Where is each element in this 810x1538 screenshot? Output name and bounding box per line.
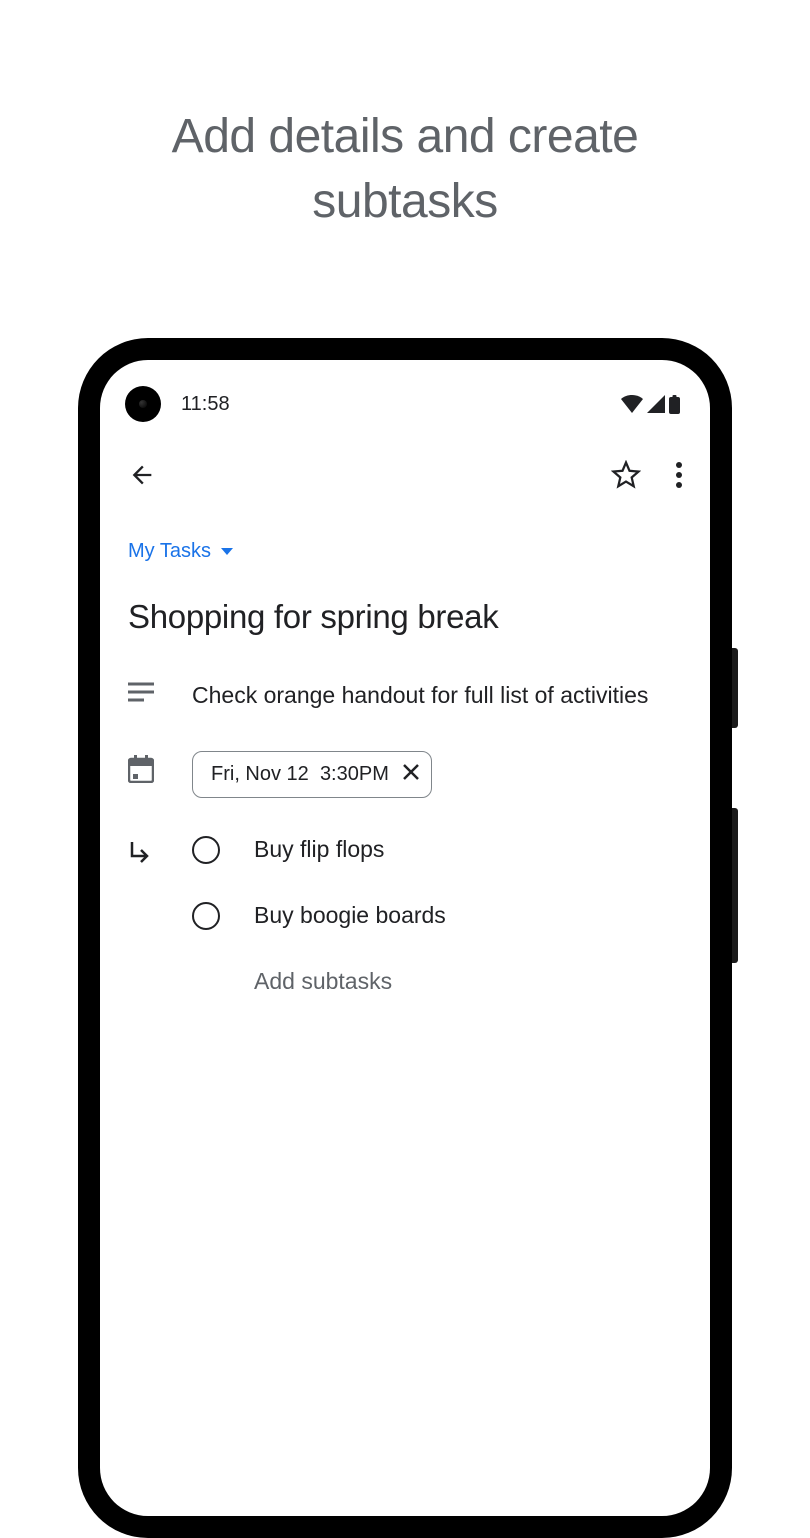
status-bar: 11:58 — [100, 360, 710, 430]
task-title[interactable]: Shopping for spring break — [128, 598, 682, 636]
app-header — [100, 430, 710, 500]
subtask-section: Buy flip flops Buy boogie boards Add sub… — [128, 836, 682, 995]
subtask-text: Buy boogie boards — [254, 902, 446, 929]
status-bar-right — [621, 395, 680, 414]
arrow-left-icon — [128, 461, 156, 489]
subtask-checkbox[interactable] — [192, 836, 220, 864]
calendar-icon — [128, 751, 154, 783]
back-button[interactable] — [128, 461, 156, 489]
phone-screen: 11:58 — [100, 360, 710, 1516]
task-date-row: Fri, Nov 12 3:30PM — [128, 751, 682, 798]
subtask-text: Buy flip flops — [254, 836, 384, 863]
status-time: 11:58 — [181, 393, 230, 416]
close-icon — [401, 762, 421, 782]
star-outline-icon — [611, 460, 641, 490]
battery-icon — [669, 395, 680, 414]
wifi-icon — [621, 395, 643, 413]
add-subtask-button[interactable]: Add subtasks — [192, 968, 682, 995]
task-details-row: Check orange handout for full list of ac… — [128, 678, 682, 713]
phone-side-button — [732, 808, 738, 963]
add-subtask-label: Add subtasks — [254, 968, 392, 995]
phone-side-button — [732, 648, 738, 728]
subtask-item[interactable]: Buy flip flops — [192, 836, 682, 864]
due-date-text: Fri, Nov 12 3:30PM — [211, 763, 389, 786]
due-date-chip[interactable]: Fri, Nov 12 3:30PM — [192, 751, 432, 798]
cellular-icon — [647, 395, 665, 413]
notes-icon — [128, 678, 154, 702]
phone-inner-border: 11:58 — [97, 357, 713, 1519]
task-content: My Tasks Shopping for spring break Check… — [100, 500, 710, 995]
status-bar-left: 11:58 — [125, 386, 230, 422]
promo-line-2: subtasks — [312, 175, 497, 228]
promo-line-1: Add details and create — [172, 110, 639, 163]
more-vertical-icon — [676, 462, 682, 488]
clear-date-button[interactable] — [401, 762, 421, 787]
task-details-text[interactable]: Check orange handout for full list of ac… — [192, 678, 682, 713]
more-options-button[interactable] — [676, 462, 682, 488]
camera-hole — [125, 386, 161, 422]
subtask-checkbox[interactable] — [192, 902, 220, 930]
chevron-down-icon — [221, 548, 233, 555]
task-list-name: My Tasks — [128, 540, 211, 563]
star-button[interactable] — [611, 460, 641, 490]
phone-frame: 11:58 — [78, 338, 732, 1538]
subtask-item[interactable]: Buy boogie boards — [192, 902, 682, 930]
subtask-list: Buy flip flops Buy boogie boards Add sub… — [192, 836, 682, 995]
promo-headline: Add details and create subtasks — [0, 0, 810, 235]
camera-lens — [139, 400, 147, 408]
subtask-arrow-icon — [128, 840, 152, 868]
task-list-selector[interactable]: My Tasks — [128, 540, 682, 563]
